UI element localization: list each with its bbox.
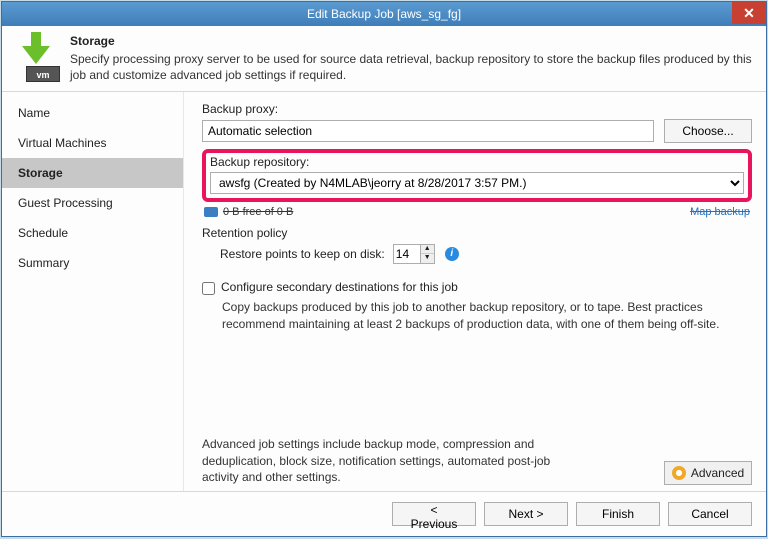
advanced-button-label: Advanced bbox=[691, 466, 744, 480]
page-header: vm Storage Specify processing proxy serv… bbox=[2, 26, 766, 92]
page-description: Specify processing proxy server to be us… bbox=[70, 51, 756, 83]
sidebar-item-guest-processing[interactable]: Guest Processing bbox=[2, 188, 183, 218]
sidebar-item-summary[interactable]: Summary bbox=[2, 248, 183, 278]
vm-badge-icon: vm bbox=[26, 66, 60, 82]
page-title: Storage bbox=[70, 34, 756, 48]
info-icon[interactable]: i bbox=[445, 247, 459, 261]
map-backup-link[interactable]: Map backup bbox=[690, 206, 750, 218]
free-space-text: 0 B free of 0 B bbox=[204, 206, 293, 218]
advanced-area: Advanced job settings include backup mod… bbox=[202, 424, 752, 485]
repository-highlight: Backup repository: awsfg (Created by N4M… bbox=[202, 149, 752, 202]
backup-repository-label: Backup repository: bbox=[210, 155, 744, 169]
disk-icon bbox=[204, 207, 218, 217]
sidebar-item-name[interactable]: Name bbox=[2, 98, 183, 128]
dialog-body: Name Virtual Machines Storage Guest Proc… bbox=[2, 92, 766, 491]
titlebar: Edit Backup Job [aws_sg_fg] ✕ bbox=[2, 2, 766, 26]
sidebar-item-virtual-machines[interactable]: Virtual Machines bbox=[2, 128, 183, 158]
choose-button[interactable]: Choose... bbox=[664, 119, 752, 143]
secondary-destinations-row: Configure secondary destinations for thi… bbox=[202, 280, 752, 295]
advanced-button[interactable]: Advanced bbox=[664, 461, 752, 485]
dialog-footer: < Previous Next > Finish Cancel bbox=[2, 491, 766, 536]
cancel-button[interactable]: Cancel bbox=[668, 502, 752, 526]
secondary-destinations-desc: Copy backups produced by this job to ano… bbox=[222, 299, 752, 331]
previous-button[interactable]: < Previous bbox=[392, 502, 476, 526]
backup-proxy-row: Choose... bbox=[202, 119, 752, 143]
dialog-window: Edit Backup Job [aws_sg_fg] ✕ vm Storage… bbox=[1, 1, 767, 537]
restore-points-label: Restore points to keep on disk: bbox=[220, 247, 385, 261]
header-text: Storage Specify processing proxy server … bbox=[70, 32, 756, 83]
spinner-up-icon[interactable]: ▲ bbox=[421, 245, 434, 254]
next-button[interactable]: Next > bbox=[484, 502, 568, 526]
spinner-down-icon[interactable]: ▼ bbox=[421, 254, 434, 263]
restore-points-input[interactable] bbox=[394, 245, 420, 263]
gear-icon bbox=[672, 466, 686, 480]
finish-button[interactable]: Finish bbox=[576, 502, 660, 526]
close-button[interactable]: ✕ bbox=[732, 2, 766, 24]
secondary-destinations-label: Configure secondary destinations for thi… bbox=[221, 280, 458, 294]
restore-points-row: Restore points to keep on disk: ▲ ▼ i bbox=[220, 244, 752, 264]
sidebar-item-schedule[interactable]: Schedule bbox=[2, 218, 183, 248]
secondary-destinations-checkbox[interactable] bbox=[202, 282, 215, 295]
storage-icon: vm bbox=[12, 32, 60, 80]
wizard-sidebar: Name Virtual Machines Storage Guest Proc… bbox=[2, 92, 184, 491]
backup-proxy-input[interactable] bbox=[202, 120, 654, 142]
main-panel: Backup proxy: Choose... Backup repositor… bbox=[184, 92, 766, 491]
backup-repository-select[interactable]: awsfg (Created by N4MLAB\jeorry at 8/28/… bbox=[210, 172, 744, 194]
restore-points-spinner[interactable]: ▲ ▼ bbox=[393, 244, 435, 264]
advanced-description: Advanced job settings include backup mod… bbox=[202, 436, 582, 485]
backup-proxy-label: Backup proxy: bbox=[202, 102, 752, 116]
repository-status-row: 0 B free of 0 B Map backup bbox=[204, 206, 750, 218]
retention-policy-label: Retention policy bbox=[202, 226, 752, 240]
window-title: Edit Backup Job [aws_sg_fg] bbox=[307, 7, 461, 21]
sidebar-item-storage[interactable]: Storage bbox=[2, 158, 183, 188]
